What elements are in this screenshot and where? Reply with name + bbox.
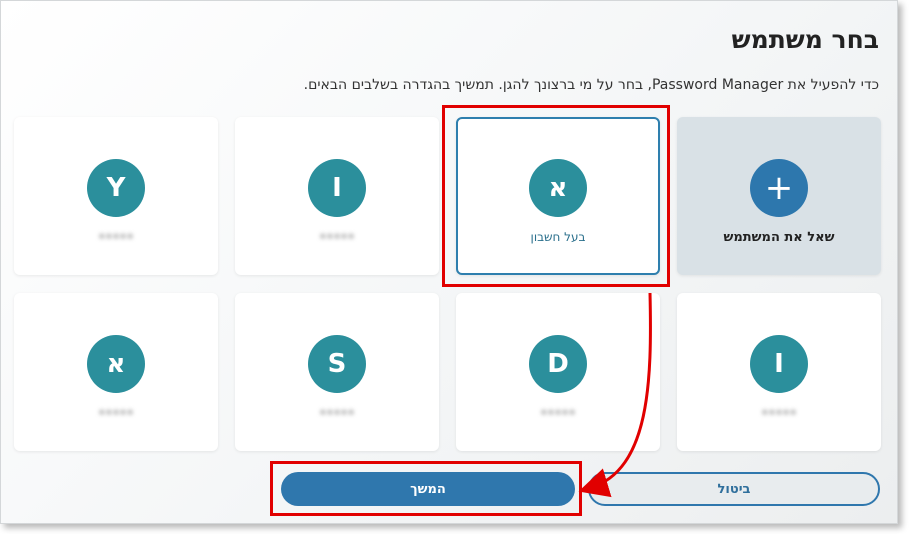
- user-card-label: •••••: [319, 230, 355, 244]
- user-card[interactable]: א •••••: [14, 293, 218, 451]
- user-card-account-owner[interactable]: א בעל חשבון: [456, 117, 660, 275]
- continue-button[interactable]: המשך: [281, 472, 575, 506]
- user-card-label: •••••: [540, 406, 576, 420]
- user-card[interactable]: D •••••: [456, 293, 660, 451]
- user-card[interactable]: S •••••: [235, 293, 439, 451]
- user-avatar: I: [308, 159, 366, 217]
- user-avatar: D: [529, 335, 587, 393]
- select-user-dialog: בחר משתמש כדי להפעיל את Password Manager…: [0, 0, 898, 524]
- cancel-button[interactable]: ביטול: [588, 472, 880, 506]
- user-card-label: שאל את המשתמש: [723, 230, 835, 245]
- plus-icon: +: [750, 159, 808, 217]
- user-avatar: I: [750, 335, 808, 393]
- dialog-subtitle: כדי להפעיל את Password Manager, בחר על מ…: [303, 77, 879, 93]
- user-card-label: בעל חשבון: [530, 230, 586, 244]
- user-card-label: •••••: [98, 230, 134, 244]
- user-card[interactable]: Y •••••: [14, 117, 218, 275]
- user-avatar: א: [87, 335, 145, 393]
- user-card-label: •••••: [319, 406, 355, 420]
- user-card-label: •••••: [98, 406, 134, 420]
- ask-user-card[interactable]: + שאל את המשתמש: [677, 117, 881, 275]
- dialog-title: בחר משתמש: [731, 25, 879, 54]
- user-card[interactable]: I •••••: [677, 293, 881, 451]
- user-avatar: Y: [87, 159, 145, 217]
- user-card[interactable]: I •••••: [235, 117, 439, 275]
- user-avatar: S: [308, 335, 366, 393]
- user-card-label: •••••: [761, 406, 797, 420]
- user-avatar: א: [529, 159, 587, 217]
